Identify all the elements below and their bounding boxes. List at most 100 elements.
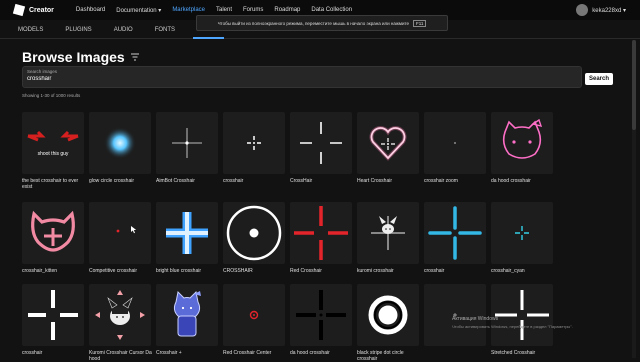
page-title: Browse Images [22,49,125,65]
asset-name[interactable]: da hood crosshair [491,178,555,184]
asset-thumbnail[interactable] [22,202,84,264]
kuromi-cross-icon [371,216,405,250]
asset-thumbnail[interactable] [89,112,151,174]
asset-name[interactable]: crosshair [424,268,488,274]
toast-text: Чтобы выйти из полноэкранного режима, пе… [217,20,409,26]
asset-name[interactable]: crosshair_cyan [491,268,555,274]
asset-name[interactable]: AimBot Crosshair [156,178,220,184]
nav-documentation[interactable]: Documentation ▾ [116,7,161,14]
asset-name[interactable]: da hood crosshair [290,350,354,356]
thin-cross-icon [172,128,202,158]
search-label: Search images [27,69,58,74]
asset-thumbnail[interactable] [22,284,84,346]
toast-key: F11 [413,19,427,27]
asset-thumbnail[interactable]: shoot this guy [22,112,84,174]
asset-name[interactable]: Kuromi Crosshair Cursor Da hood [89,350,153,362]
asset-thumbnail[interactable] [223,284,285,346]
asset-name[interactable]: Red Crosshair [290,268,354,274]
cyan-gap-cross-icon [428,206,482,260]
hello-kitty-icon [502,118,543,159]
asset-name[interactable]: black stripe dot circle crosshair [357,350,421,362]
kuromi-arrows-icon [95,290,145,340]
asset-name[interactable]: crosshair_kitten [22,268,86,274]
avatar [576,4,589,16]
asset-name[interactable]: Heart Crosshair [357,178,421,184]
tiny-cross-icon [453,313,457,317]
arrows-crosshair-icon: shoot this guy [27,130,79,157]
blue-kitty-icon [173,290,201,337]
windows-activation-watermark: Активация Windows Чтобы активировать Win… [452,316,573,330]
asset-name[interactable]: CrossHair [290,178,354,184]
main-nav: Dashboard Documentation ▾ Marketplace Ta… [76,7,363,14]
gap-cross-icon [300,122,342,164]
cyan-small-cross-icon [515,226,529,240]
asset-thumbnail[interactable] [424,112,486,174]
asset-thumbnail[interactable] [424,284,486,346]
watermark-text: Чтобы активировать Windows, перейдите в … [452,324,573,329]
asset-name[interactable]: bright blue crosshair [156,268,220,274]
filter-icon[interactable] [130,53,139,61]
user-menu[interactable]: keka228xd ▾ [576,4,626,16]
tiny-dot-icon [454,142,456,144]
asset-thumbnail[interactable] [357,202,419,264]
asset-thumbnail[interactable] [357,112,419,174]
asset-thumbnail[interactable] [491,284,553,346]
asset-thumbnail[interactable] [290,284,352,346]
fullscreen-toast: Чтобы выйти из полноэкранного режима, пе… [196,15,448,31]
app-name: Creator [29,6,54,14]
tab-models[interactable]: MODELS [14,22,47,38]
glow-dot-icon [104,127,136,159]
asset-name[interactable]: kuromi crosshair [357,268,421,274]
nav-dashboard[interactable]: Dashboard [76,7,105,13]
tab-plugins[interactable]: PLUGINS [61,22,95,38]
asset-thumbnail[interactable] [89,202,151,264]
asset-name[interactable]: crosshair zoom [424,178,488,184]
thick-ring-icon [368,295,408,335]
asset-thumbnail[interactable] [290,112,352,174]
red-dot-icon [116,226,137,234]
tab-fonts[interactable]: FONTS [151,22,179,38]
asset-thumbnail[interactable] [223,202,285,264]
nav-talent[interactable]: Talent [216,7,232,13]
asset-thumbnail[interactable] [424,202,486,264]
page-scrollbar[interactable] [632,40,636,358]
asset-thumbnail[interactable] [156,284,218,346]
scrollbar-thumb[interactable] [632,40,636,130]
black-cross-icon [296,290,346,340]
asset-thumbnail[interactable] [491,202,553,264]
ring-dot-icon [226,205,282,261]
search-input[interactable] [27,76,567,82]
stretched-cross-icon [495,290,549,340]
search-button[interactable]: Search [585,73,613,85]
heart-crosshair-icon [369,126,407,161]
asset-name[interactable]: the best crosshair to ever exist [22,178,86,190]
nav-marketplace[interactable]: Marketplace [172,7,205,13]
creator-logo[interactable]: Creator [12,3,54,17]
asset-thumbnail[interactable] [89,284,151,346]
roblox-logo-icon [12,3,26,17]
asset-name[interactable]: Stretched Crosshair [491,350,555,356]
asset-thumbnail[interactable] [223,112,285,174]
white-gap-cross-icon [28,290,78,340]
asset-name[interactable]: glow circle crosshair [89,178,153,184]
username: keka228xd ▾ [592,7,626,14]
asset-name[interactable]: crosshair [223,178,287,184]
asset-thumbnail[interactable] [156,112,218,174]
asset-thumbnail[interactable] [357,284,419,346]
asset-name[interactable]: Red Crosshair Center [223,350,287,356]
tab-audio[interactable]: AUDIO [110,22,137,38]
asset-name[interactable]: Competitive crosshair [89,268,153,274]
nav-data-collection[interactable]: Data Collection [311,7,352,13]
asset-thumbnail[interactable] [290,202,352,264]
red-gap-cross-icon [294,206,348,260]
asset-thumbnail[interactable] [491,112,553,174]
asset-name[interactable]: crosshair [22,350,86,356]
asset-thumbnail[interactable] [156,202,218,264]
nav-forums[interactable]: Forums [243,7,263,13]
cursor-icon [131,226,137,234]
asset-name[interactable]: Crosshair + [156,350,220,356]
cat-head-icon [31,210,75,252]
nav-roadmap[interactable]: Roadmap [274,7,300,13]
asset-name[interactable]: CROSSHAIR [223,268,287,274]
blue-plus-icon [166,212,208,254]
